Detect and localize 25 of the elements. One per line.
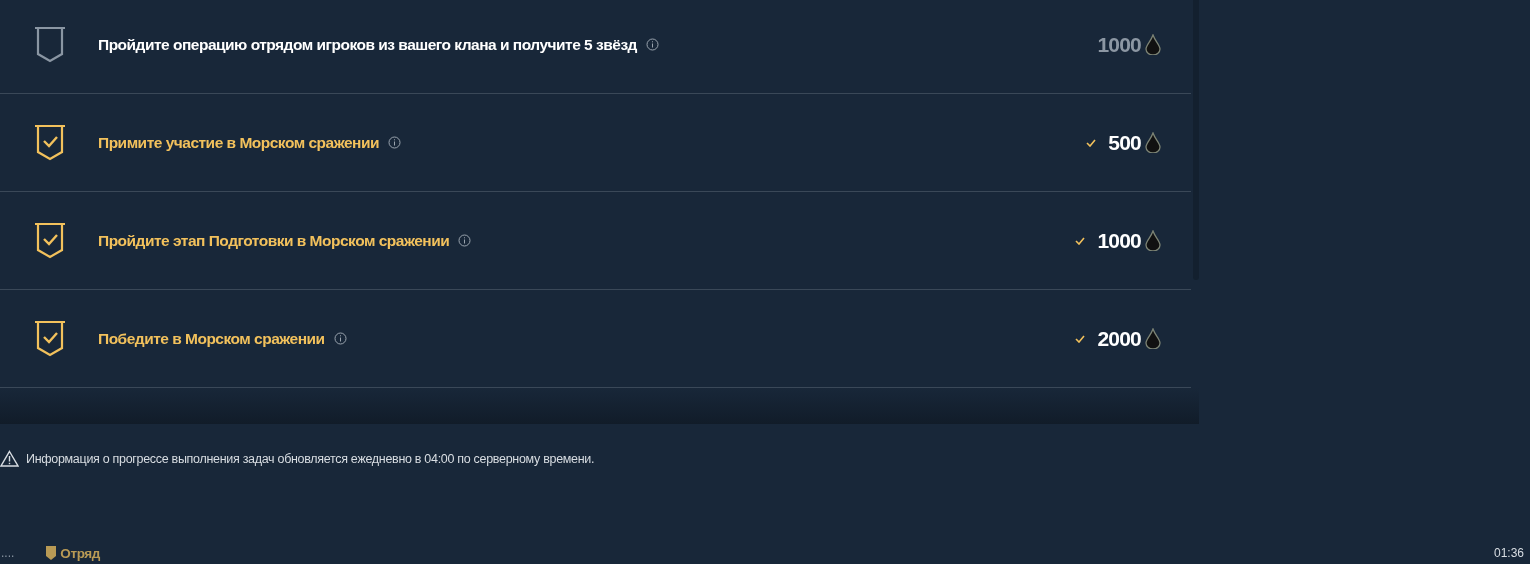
info-icon[interactable] (388, 136, 401, 149)
info-icon[interactable] (458, 234, 472, 247)
reward-amount: 1000 (1097, 32, 1141, 57)
checkmark-icon (1086, 138, 1097, 147)
shield-icon (46, 546, 57, 560)
info-icon[interactable] (645, 38, 659, 51)
oil-drop-icon (1145, 132, 1161, 153)
task-title: Пройдите операцию отрядом игроков из вашего клана и получите 5 звёзд (98, 35, 637, 54)
squad-button[interactable]: Отряд (46, 545, 100, 561)
clock-time: 01:36 (1493, 546, 1524, 560)
oil-drop-icon (1145, 328, 1161, 349)
task-title: Победите в Морском сражении (98, 329, 325, 348)
oil-drop-icon (1145, 230, 1161, 251)
reward-amount: 1000 (1097, 228, 1141, 253)
checkmark-icon (1075, 236, 1086, 245)
checkmark-icon (1075, 334, 1086, 343)
info-notice: Информация о прогрессе выполнения задач обновляется ежедневно в 04:00 по серверному времени. (26, 451, 595, 466)
status-dots: .... (1, 546, 15, 560)
oil-drop-icon (1145, 34, 1161, 55)
reward-amount: 500 (1108, 130, 1141, 155)
warning-icon (0, 450, 19, 467)
task-title: Пройдите этап Подготовки в Морском сражении (98, 231, 450, 250)
task-title: Примите участие в Морском сражении (98, 133, 379, 152)
info-icon[interactable] (333, 332, 347, 345)
reward-amount: 2000 (1097, 326, 1141, 351)
